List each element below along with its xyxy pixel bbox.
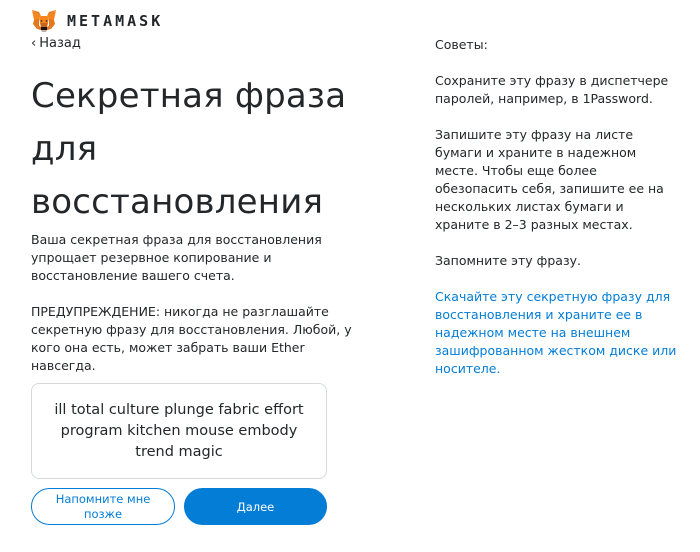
remind-later-button[interactable]: Напомните мне позже: [31, 488, 175, 525]
chevron-left-icon: ‹: [31, 36, 37, 51]
next-button[interactable]: Далее: [184, 488, 327, 525]
back-label: Назад: [39, 36, 81, 51]
metamask-fox-icon: [32, 10, 56, 32]
description-text: Ваша секретная фраза для восстановления …: [31, 232, 322, 283]
seed-phrase-box[interactable]: ill total culture plunge fabric effort p…: [31, 383, 327, 479]
warning-text: ПРЕДУПРЕЖДЕНИЕ: никогда не разглашайте с…: [31, 304, 352, 373]
tip-memorize: Запомните эту фразу.: [435, 253, 581, 268]
back-button[interactable]: ‹ Назад: [31, 36, 81, 51]
page: METAMASK ‹ Назад Секретная фраза для вос…: [0, 0, 700, 552]
tips-panel: Советы: Сохраните эту фразу в диспетчере…: [435, 36, 680, 396]
download-phrase-link[interactable]: Скачайте эту секретную фразу для восстан…: [435, 288, 680, 378]
tip-password-manager: Сохраните эту фразу в диспетчере паролей…: [435, 73, 669, 106]
tips-heading: Советы:: [435, 37, 488, 52]
page-title: Секретная фраза для восстановления: [31, 76, 347, 222]
brand-wordmark: METAMASK: [67, 12, 164, 30]
tip-write-down: Запишите эту фразу на листе бумаги и хра…: [435, 127, 664, 232]
seed-phrase-text: ill total culture plunge fabric effort p…: [54, 401, 304, 460]
logo: METAMASK: [31, 9, 163, 33]
